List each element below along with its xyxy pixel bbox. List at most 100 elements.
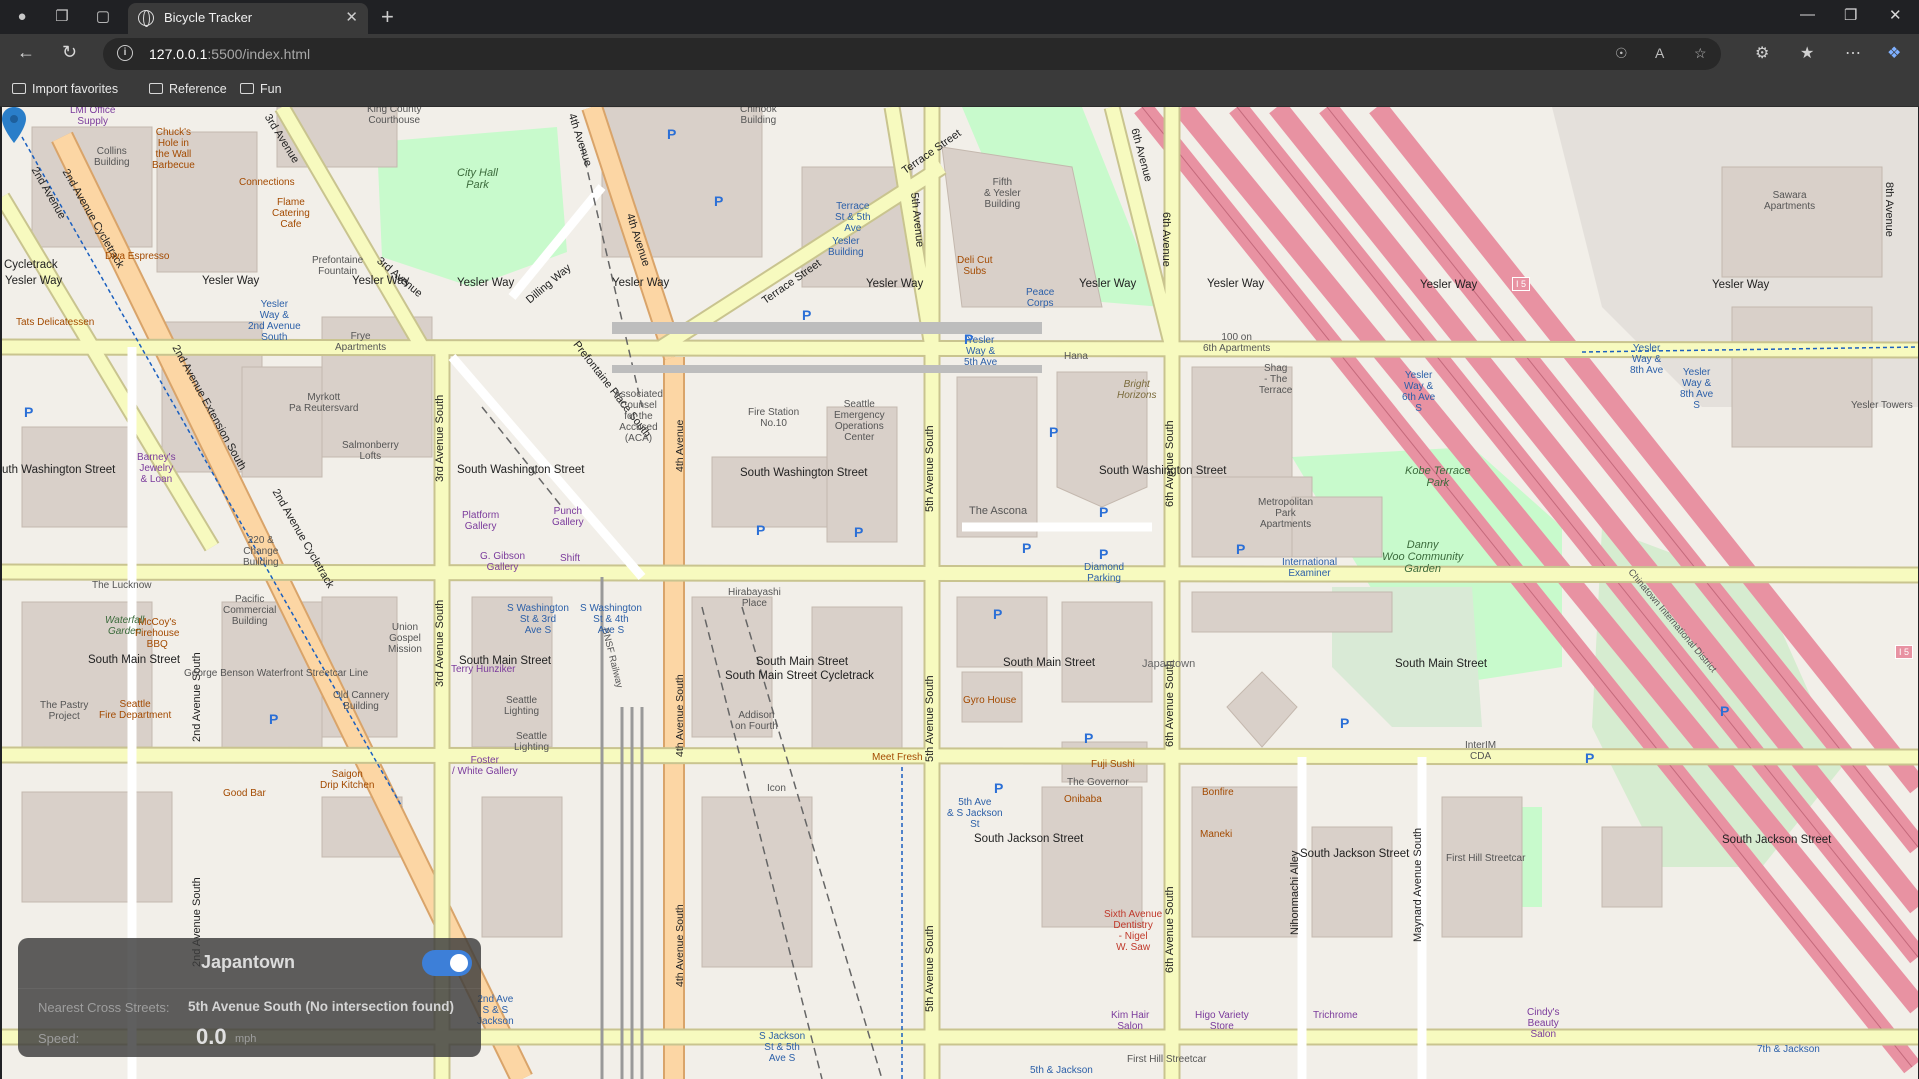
extensions-icon[interactable]: ⚙ (1755, 43, 1769, 63)
map-canvas (2, 107, 1918, 1079)
district-label: Japantown (1142, 658, 1196, 670)
building-label: Collins Building (94, 146, 130, 168)
bookmark-fun[interactable]: Fun (240, 82, 282, 96)
poi-label: Prefontaine Fountain (312, 255, 364, 277)
transit-stop-label: 5th & Jackson (1030, 1065, 1093, 1076)
speed-label: Speed: (38, 1031, 80, 1046)
parking-icon: P (964, 331, 974, 347)
parking-icon: P (993, 606, 1003, 622)
parking-icon: P (269, 711, 279, 727)
poi-label: Foster / White Gallery (452, 755, 518, 777)
street-label: Maynard Avenue South (1412, 827, 1424, 942)
profile-icon[interactable]: ● (11, 6, 33, 28)
poi-label: Diva Espresso (105, 251, 170, 262)
current-location-pin[interactable] (2, 107, 26, 143)
building-interim (1441, 796, 1523, 938)
restore-button[interactable]: ❐ (1844, 6, 1857, 24)
poi-label: Gyro House (963, 695, 1017, 706)
address-bar[interactable]: i 127.0.0.1:5500/index.html ☉ A ☆ (103, 38, 1721, 70)
highway-shield: I 5 (1512, 277, 1531, 291)
parking-icon: P (24, 404, 34, 420)
street-label: 5th Avenue South (924, 675, 936, 762)
workspaces-icon[interactable]: ❐ (51, 6, 73, 28)
poi-label: International Examiner (1282, 557, 1338, 579)
street-label: 4th Avenue South (674, 674, 686, 757)
building-sawara (1721, 166, 1883, 278)
poi-label: Punch Gallery (552, 506, 584, 528)
reload-button[interactable]: ↻ (62, 42, 77, 63)
poi-label: Seattle Fire Department (99, 699, 172, 721)
favorite-star-icon[interactable]: ☆ (1694, 45, 1707, 62)
site-info-icon[interactable]: i (117, 45, 133, 61)
bookmark-import-favorites[interactable]: Import favorites (12, 82, 118, 96)
window-close-button[interactable]: ✕ (1889, 6, 1902, 24)
street-label: South Washington Street (457, 464, 585, 476)
parking-icon: P (667, 126, 677, 142)
more-menu-icon[interactable]: ⋯ (1845, 43, 1861, 63)
tracking-toggle[interactable] (422, 950, 472, 976)
url-text: 127.0.0.1:5500/index.html (149, 46, 311, 62)
map-view[interactable]: Yesler Way Yesler Way Yesler Way Yesler … (2, 107, 1918, 1079)
tab-actions-icon[interactable]: ▢ (92, 6, 114, 28)
import-icon (12, 83, 26, 94)
poi-label: Associated Counsel for the Accused (ACA) (614, 389, 663, 444)
read-aloud-icon[interactable]: A (1655, 45, 1664, 61)
poi-label: Kim Hair Salon (1111, 1010, 1150, 1032)
street-label: Yesler Way (612, 277, 670, 289)
parking-icon: P (994, 780, 1004, 796)
minimize-button[interactable]: — (1800, 6, 1815, 23)
poi-label: Saigon Drip Kitchen (320, 769, 375, 791)
parking-icon: P (1340, 715, 1350, 731)
location-icon[interactable]: ☉ (1615, 45, 1628, 62)
street-label: South Washington Street (740, 467, 868, 479)
favorites-icon[interactable]: ★ (1800, 43, 1814, 63)
parking-icon: P (756, 522, 766, 538)
park-label: Kobe Terrace Park (1405, 465, 1471, 489)
building-label: Seattle Emergency Operations Center (834, 399, 885, 443)
transit-stop-label: 2nd Ave S & S Jackson (477, 994, 514, 1027)
building-label: Shag - The Terrace (1259, 363, 1293, 396)
poi-label: LMI Office Supply (70, 107, 116, 127)
street-label: Cycletrack (4, 259, 58, 271)
transit-stop-label: Terrace St & 5th Ave (835, 201, 871, 234)
street-label: 6th Avenue South (1164, 420, 1176, 507)
building-label: The Lucknow (92, 580, 152, 591)
building-label: Yesler Towers (1851, 400, 1913, 411)
tab-bar: ● ❐ ▢ Bicycle Tracker ✕ + — ❐ ✕ (0, 0, 1919, 34)
building-label: The Ascona (969, 505, 1028, 517)
neighborhood-title: Japantown (201, 952, 296, 972)
building-label: Diamond Parking (1084, 562, 1125, 584)
new-tab-button[interactable]: + (381, 4, 394, 30)
toolbar: ← ↻ i 127.0.0.1:5500/index.html ☉ A ☆ ⚙ … (0, 34, 1919, 74)
building-label: InterIM CDA (1465, 740, 1497, 762)
poi-label: Meet Fresh (872, 752, 923, 763)
close-tab-icon[interactable]: ✕ (345, 8, 358, 26)
copilot-icon[interactable]: ❖ (1887, 43, 1901, 63)
parking-icon: P (802, 307, 812, 323)
tab-bicycle-tracker[interactable]: Bicycle Tracker ✕ (128, 3, 368, 34)
building-label: Old Cannery Building (333, 690, 390, 712)
folder-icon (149, 83, 163, 94)
street-label: South Main Street (1003, 657, 1096, 669)
poi-label: Tats Delicatessen (16, 317, 95, 328)
building-label: Metropolitan Park Apartments (1258, 497, 1314, 530)
building-label: 100 on 6th Apartments (1203, 332, 1271, 354)
building-label: Pacific Commercial Building (223, 594, 277, 627)
building-label: Bright Horizons (1117, 379, 1157, 401)
street-label: 4th Avenue South (674, 904, 686, 987)
bookmark-reference[interactable]: Reference (149, 82, 227, 96)
parking-icon: P (1049, 424, 1059, 440)
street-label: 4th Avenue (674, 419, 686, 472)
building-label: Frye Apartments (335, 331, 387, 353)
parking-icon: P (854, 524, 864, 540)
poi-label: Shift (560, 553, 581, 564)
back-button[interactable]: ← (17, 42, 35, 63)
building-307 (1311, 826, 1393, 938)
building-metropolitan (1191, 591, 1393, 633)
park-label: City Hall Park (457, 167, 498, 191)
street-label: Yesler Way (202, 275, 260, 287)
poi-label: Sixth Avenue Dentistry - Nigel W. Saw (1104, 909, 1163, 953)
poi-label: Deli Cut Subs (957, 255, 993, 277)
building-label: Addison on Fourth (735, 710, 778, 732)
poi-label: G. Gibson Gallery (480, 551, 526, 573)
